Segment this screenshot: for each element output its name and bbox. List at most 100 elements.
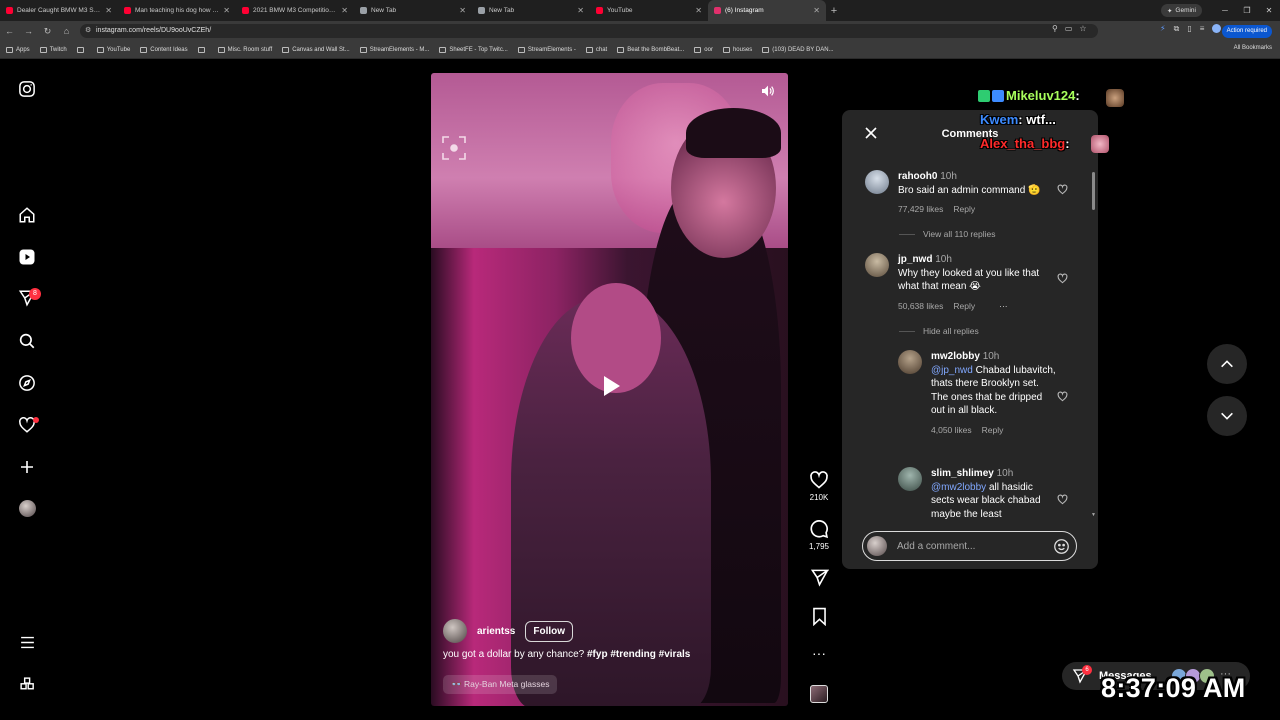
reel-video[interactable]: arientss Follow you got a dollar by any … [431,73,788,706]
sidebar-icon[interactable]: ▯ [1187,24,1191,34]
reels-icon[interactable] [14,244,40,270]
commenter-avatar[interactable] [865,170,889,194]
reload-button[interactable]: ↻ [38,26,57,37]
all-bookmarks-button[interactable]: All Bookmarks [1234,45,1272,51]
bookmark-item[interactable]: Misc. Room stuff [217,46,272,53]
tab-close-icon[interactable]: ✕ [577,6,584,15]
new-tab-button[interactable]: + [826,5,842,17]
comment-more-options[interactable]: ··· [999,300,1008,314]
next-reel-button[interactable] [1207,396,1247,436]
comment-likes[interactable]: 50,638 likes [898,300,943,314]
comment-like-icon[interactable] [1057,494,1068,505]
address-bar[interactable]: ⚙ instagram.com/reels/DU9ooUvCZEh/ [80,24,1098,38]
tab-close-icon[interactable]: ✕ [459,6,466,15]
browser-tab[interactable]: YouTube ✕ [590,0,708,21]
bookmark-item[interactable]: (103) DEAD BY DAN... [762,46,834,53]
browser-tab[interactable]: Dealer Caught BMW M3 Scam ✕ [0,0,118,21]
close-window-button[interactable]: ✕ [1258,0,1280,21]
bookmark-item[interactable]: SheetFE - Top Twitc... [439,46,508,53]
more-options-icon[interactable]: ··· [806,646,832,660]
action-required-button[interactable]: Action required [1221,25,1272,38]
hide-replies-button[interactable]: Hide all replies [899,326,979,336]
emoji-icon[interactable] [1053,538,1070,555]
bookmark-item[interactable] [197,46,208,53]
bookmark-icon[interactable] [811,607,828,626]
gemini-button[interactable]: ✦ Gemini [1160,4,1202,17]
previous-reel-button[interactable] [1207,344,1247,384]
minimize-button[interactable]: ─ [1214,0,1236,21]
scan-icon[interactable] [441,135,467,161]
home-button[interactable]: ⌂ [57,26,76,36]
comment-username[interactable]: slim_shlimey [931,468,994,479]
extension-icon[interactable]: ⚡ [1160,24,1166,34]
comment-like-icon[interactable] [1057,391,1068,402]
author-username[interactable]: arientss [477,626,515,637]
follow-button[interactable]: Follow [525,620,574,642]
more-menu-icon[interactable] [14,629,40,655]
bookmark-item[interactable]: Twitch [39,46,67,53]
forward-button[interactable]: → [19,26,38,36]
caption-hashtags[interactable]: #fyp #trending #virals [587,649,690,660]
volume-icon[interactable] [760,83,778,101]
view-replies-button[interactable]: View all 110 replies [899,229,995,239]
instagram-logo-icon[interactable] [14,76,40,102]
bookmark-item[interactable]: Canvas and Wall St... [282,46,350,53]
downloads-icon[interactable]: ≡ [1200,24,1205,34]
bookmark-item[interactable]: oor [694,46,713,53]
comment-like-icon[interactable] [1057,184,1068,195]
browser-tab[interactable]: 2021 BMW M3 Competition Re... ✕ [236,0,354,21]
commenter-avatar[interactable] [898,467,922,491]
bookmark-item[interactable]: Apps [6,46,30,53]
bookmark-item[interactable]: YouTube [96,46,130,53]
author-avatar[interactable] [443,619,467,643]
bookmark-star-icon[interactable]: ☆ [1079,24,1086,33]
like-heart-icon[interactable] [809,470,829,490]
profile-avatar[interactable] [14,495,40,521]
comment-likes[interactable]: 4,050 likes [931,424,972,438]
product-tag[interactable]: 👓 Ray-Ban Meta glasses [443,675,558,694]
bookmark-item[interactable]: StreamElements - M... [359,46,429,53]
tab-close-icon[interactable]: ✕ [341,6,348,15]
bookmark-item[interactable] [76,46,87,53]
maximize-button[interactable]: ❐ [1236,0,1258,21]
zoom-icon[interactable]: ⚲ [1052,24,1058,33]
comment-username[interactable]: rahooh0 [898,171,937,182]
comment-like-icon[interactable] [1057,273,1068,284]
puzzle-icon[interactable]: ⧉ [1174,24,1180,34]
comment-mention[interactable]: @jp_nwd [931,365,973,376]
comments-scrollbar[interactable] [1092,172,1095,210]
bookmark-item[interactable]: houses [722,46,752,53]
bookmark-item[interactable]: Beat the BombBeat... [617,46,684,53]
play-icon[interactable] [595,371,625,401]
also-from-meta-icon[interactable] [14,671,40,697]
home-icon[interactable] [14,202,40,228]
tab-close-icon[interactable]: ✕ [695,6,702,15]
profile-chip-icon[interactable] [1212,24,1222,33]
search-icon[interactable] [14,328,40,354]
add-comment-input[interactable] [897,538,1047,554]
comment-username[interactable]: mw2lobby [931,351,980,362]
notifications-icon[interactable] [14,412,40,438]
bookmark-item[interactable]: StreamElements - [517,46,576,53]
site-info-icon[interactable]: ⚙ [85,24,91,38]
scroll-down-arrow-icon[interactable]: ▼ [1091,512,1096,518]
back-button[interactable]: ← [0,26,19,36]
commenter-avatar[interactable] [865,253,889,277]
browser-tab[interactable]: New Tab ✕ [354,0,472,21]
browser-tab[interactable]: Man teaching his dog how to ... ✕ [118,0,236,21]
tab-close-icon[interactable]: ✕ [105,6,112,15]
commenter-avatar[interactable] [898,350,922,374]
bookmark-item[interactable]: Content Ideas [140,46,188,53]
share-icon[interactable] [810,568,829,587]
install-app-icon[interactable]: ▭ [1065,24,1073,33]
comment-likes[interactable]: 77,429 likes [898,203,943,217]
audio-thumbnail[interactable] [810,685,828,703]
browser-tab[interactable]: (6) Instagram ✕ [708,0,826,21]
create-icon[interactable] [14,454,40,480]
comment-mention[interactable]: @mw2lobby [931,482,986,493]
tab-close-icon[interactable]: ✕ [223,6,230,15]
comment-bubble-icon[interactable] [809,519,829,539]
explore-icon[interactable] [14,370,40,396]
reply-button[interactable]: Reply [982,424,1004,438]
reply-button[interactable]: Reply [953,300,975,314]
